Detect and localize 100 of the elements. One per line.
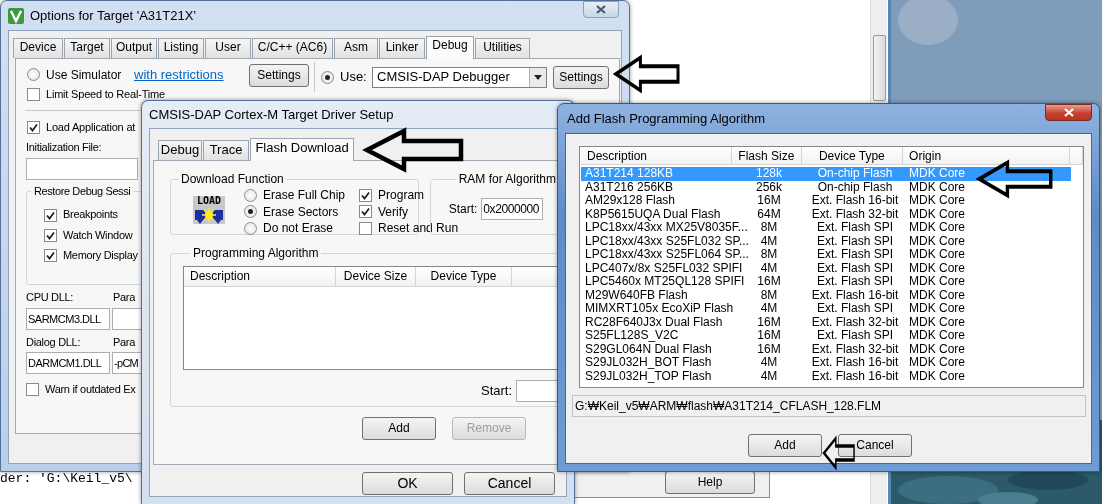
column-header: Device Type (416, 267, 512, 287)
dialog-button[interactable]: Add (748, 434, 822, 457)
table-row[interactable]: RC28F640J3x Dual Flash 16M Ext. Flash 32-bit MDK Core (581, 315, 1071, 329)
column-header: Origin (903, 147, 1070, 164)
tab[interactable]: Device (13, 38, 63, 58)
text-field[interactable] (26, 158, 138, 181)
checkbox-label: Load Application at (46, 121, 136, 135)
window-title: Add Flash Programming Algorithm (567, 110, 765, 127)
radio-label: Erase Full Chip (263, 188, 346, 203)
tab[interactable]: C/C++ (AC6) (252, 38, 333, 58)
table-row[interactable]: AM29x128 Flash 16M Ext. Flash 16-bit MDK Core (581, 194, 1071, 208)
path-field[interactable]: G:₩Keil_v5₩ARM₩flash₩A31T214_CFLASH_128.FLM (572, 395, 1086, 417)
field-label: Start: (481, 383, 513, 399)
window-title: Options for Target 'A31T21X' (30, 7, 196, 24)
checkbox[interactable] (27, 88, 40, 101)
radio-label: Erase Sectors (263, 204, 339, 219)
checkbox[interactable] (44, 208, 57, 222)
table-row[interactable]: S29JL032H_TOP Flash 4M Ext. Flash 16-bit MDK Core (581, 369, 1071, 383)
restrictions-link[interactable]: with restrictions (134, 67, 224, 83)
dialog-button[interactable]: OK (362, 472, 453, 495)
group-title: Programming Algorithm (192, 247, 320, 261)
checkbox[interactable] (44, 228, 57, 242)
field-label: Start: (448, 202, 478, 217)
tab[interactable]: Trace (203, 140, 249, 160)
field-label: Dialog DLL: (26, 335, 82, 349)
checkbox[interactable] (359, 188, 373, 202)
icon-label: LOAD (193, 196, 225, 207)
table-row[interactable]: LPC5460x MT25QL128 SPIFI 16M Ext. Flash SPI MDK Core (581, 275, 1071, 289)
radio-button[interactable] (27, 68, 40, 82)
tab[interactable]: Flash Download (250, 138, 354, 161)
callout-arrow (822, 435, 856, 471)
tab[interactable]: Debug (426, 36, 474, 59)
select-value: CMSIS-DAP Debugger (377, 69, 510, 85)
checkbox-label: Limit Speed to Real-Time (46, 87, 165, 102)
text-field[interactable]: 0x2000000 (481, 198, 544, 221)
checkbox-label: Program (378, 188, 425, 203)
column-header: Description (581, 147, 733, 164)
checkbox-label: Watch Window (63, 228, 133, 242)
radio-label: Use: (340, 69, 367, 85)
settings-button[interactable]: Settings (249, 63, 309, 87)
table-row[interactable]: M29W640FB Flash 8M Ext. Flash 16-bit MDK Core (581, 288, 1071, 302)
close-button[interactable] (1045, 104, 1092, 121)
help-button[interactable]: Help (665, 471, 755, 494)
close-icon (1063, 108, 1074, 117)
tab[interactable]: Debug (158, 140, 202, 160)
checkbox[interactable] (26, 382, 39, 396)
debugger-select[interactable]: CMSIS-DAP Debugger (372, 66, 547, 88)
tab[interactable]: Target (64, 38, 110, 58)
app-icon (8, 7, 24, 24)
field-label: CPU DLL: (26, 291, 75, 305)
checkbox[interactable] (27, 121, 40, 135)
table-row[interactable]: A31T216 256KB 256k On-chip Flash MDK Core (581, 180, 1071, 194)
radio-button[interactable] (244, 205, 257, 219)
window-title: CMSIS-DAP Cortex-M Target Driver Setup (149, 106, 394, 123)
radio-button[interactable] (244, 188, 257, 202)
tab[interactable]: Output (111, 38, 157, 58)
group-title: Download Function (180, 173, 285, 187)
group-title: RAM for Algorithm (457, 173, 557, 187)
text-field[interactable]: SARMCM3.DLL (26, 307, 110, 330)
dialog-button[interactable]: Cancel (464, 472, 555, 495)
table-row[interactable]: LPC18xx/43xx MX25V8035F... 8M Ext. Flash SPI MDK Core (581, 221, 1071, 235)
caret-icon (534, 74, 542, 80)
column-header: Device Type (801, 147, 904, 164)
table-row[interactable]: S25FL128S_V2C 16M Ext. Flash SPI MDK Core (581, 329, 1071, 343)
checkbox[interactable] (359, 205, 373, 219)
tab[interactable]: Asm (334, 38, 378, 58)
tab[interactable]: Listing (158, 38, 204, 58)
scrollbar-thumb[interactable] (873, 35, 886, 101)
checkbox[interactable] (359, 221, 373, 235)
field-label: Initialization File: (26, 141, 103, 155)
table-row[interactable]: MIMXRT105x EcoXiP Flash 4M Ext. Flash SPI MDK Core (581, 302, 1071, 316)
table-row[interactable]: LPC18xx/43xx S25FL032 SP... 4M Ext. Flash SPI MDK Core (581, 234, 1071, 248)
flash-icon (193, 206, 225, 225)
table-row[interactable]: S29GL064N Dual Flash 16M Ext. Flash 32-bit MDK Core (581, 342, 1071, 356)
output-text: der: 'G:\Keil_v5\ (0, 471, 133, 487)
tab[interactable]: User (205, 38, 251, 58)
tab[interactable]: Linker (379, 38, 425, 58)
dialog-button[interactable]: Cancel (838, 434, 912, 457)
checkbox-label: Memory Display (63, 248, 138, 263)
table-row[interactable]: K8P5615UQA Dual Flash 64M Ext. Flash 32-bit MDK Core (581, 207, 1071, 221)
text-field[interactable]: DARMCM1.DLL (26, 351, 110, 374)
table-row[interactable]: LPC407x/8x S25FL032 SPIFI 4M Ext. Flash SPI MDK Core (581, 261, 1071, 275)
callout-arrow (612, 54, 680, 94)
radio-button[interactable] (321, 70, 334, 84)
group-title: Restore Debug Sessi (33, 185, 132, 198)
settings-button[interactable]: Settings (553, 65, 609, 89)
table-row[interactable]: LPC18xx/43xx S25FL064 SP... 8M Ext. Flash SPI MDK Core (581, 248, 1071, 262)
checkbox-label: Verify (378, 204, 409, 219)
radio-label: Use Simulator (46, 67, 122, 83)
radio-button[interactable] (244, 221, 257, 235)
table-row[interactable]: S29JL032H_BOT Flash 4M Ext. Flash 16-bit MDK Core (581, 356, 1071, 370)
close-button[interactable] (583, 1, 619, 18)
column-header: Description (184, 267, 336, 287)
tab[interactable]: Utilities (475, 38, 530, 58)
add-button[interactable]: Add (362, 417, 436, 440)
checkbox-label: Warn if outdated Ex (45, 382, 136, 396)
column-header: Device Size (336, 267, 416, 287)
column-header: Flash Size (732, 147, 802, 164)
checkbox-label: Reset and Run (378, 220, 459, 236)
checkbox[interactable] (44, 248, 57, 262)
